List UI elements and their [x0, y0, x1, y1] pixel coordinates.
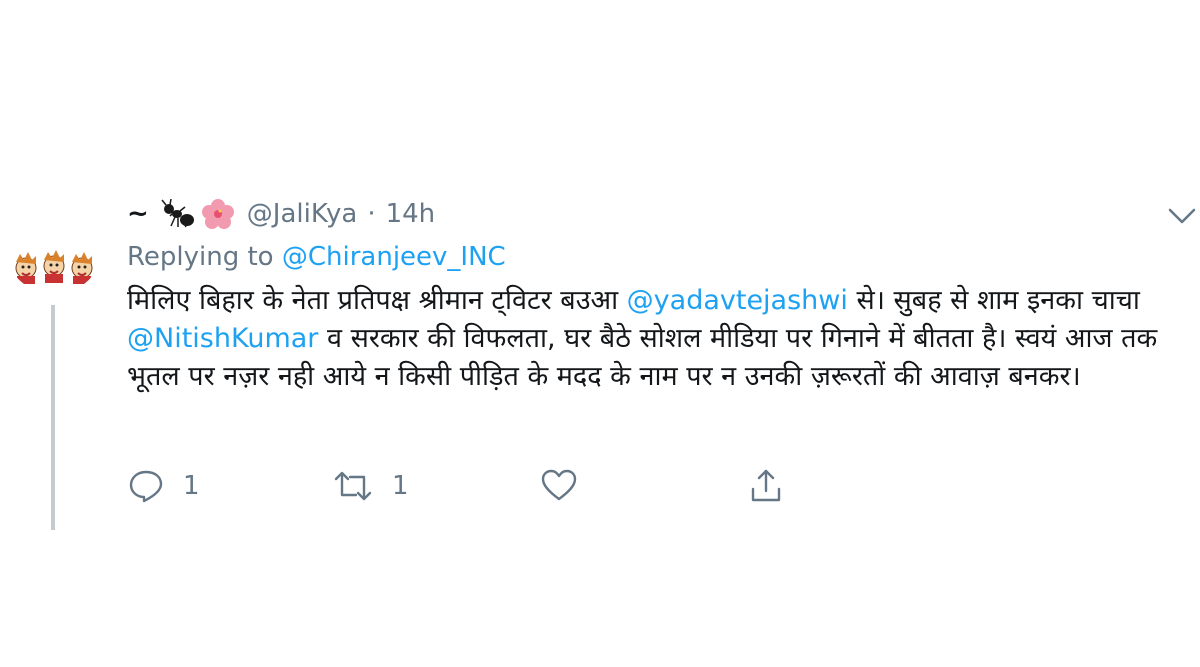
reply-icon — [129, 470, 163, 503]
reply-count: 1 — [183, 471, 200, 501]
mention-nitishkumar[interactable]: @NitishKumar — [127, 323, 318, 354]
like-button[interactable] — [540, 466, 578, 506]
like-icon — [541, 469, 577, 501]
replying-to-line: Replying to @Chiranjeev_INC — [127, 242, 506, 272]
reply-button[interactable]: 1 — [127, 466, 200, 506]
handle[interactable]: @JaliKya — [247, 199, 358, 229]
thread-line — [51, 305, 55, 530]
display-name-text: ~ — [127, 199, 149, 229]
avatar[interactable] — [4, 194, 104, 294]
retweet-icon — [334, 471, 372, 501]
tweet-actions: 1 1 — [127, 466, 827, 506]
hibiscus-emoji-icon — [201, 199, 234, 229]
separator-dot: · — [367, 199, 376, 229]
display-name[interactable]: ~ — [127, 199, 235, 229]
avatar-cartoon-kids-image — [15, 250, 93, 284]
timestamp[interactable]: 14h — [386, 199, 436, 229]
tweet-text-part-1: मिलिए बिहार के नेता प्रतिपक्ष श्रीमान ट्… — [127, 285, 627, 316]
retweet-count: 1 — [392, 471, 409, 501]
chevron-down-icon — [1168, 208, 1196, 224]
ant-emoji-icon — [161, 199, 194, 228]
tweet-header: ~ @JaliKya · 14h — [127, 196, 435, 232]
tweet-text-part-2: से। सुबह से शाम इनका चाचा — [847, 285, 1140, 316]
retweet-button[interactable]: 1 — [332, 466, 409, 506]
replying-to-mention[interactable]: @Chiranjeev_INC — [282, 242, 506, 272]
tweet-text: मिलिए बिहार के नेता प्रतिपक्ष श्रीमान ट्… — [127, 282, 1187, 396]
replying-label: Replying to — [127, 242, 274, 272]
more-options-button[interactable] — [1164, 202, 1200, 230]
share-icon — [751, 469, 781, 502]
share-button[interactable] — [747, 466, 785, 506]
mention-yadavtejashwi[interactable]: @yadavtejashwi — [627, 285, 848, 316]
